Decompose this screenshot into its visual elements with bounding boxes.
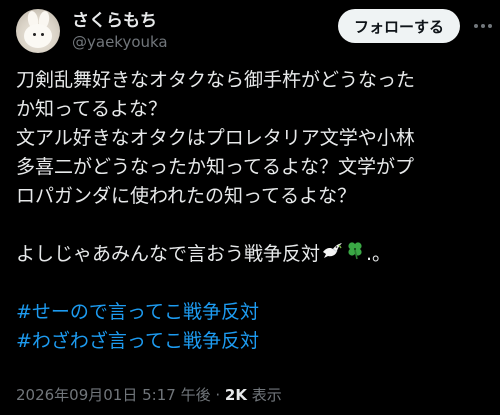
more-dot (474, 24, 478, 28)
more-dot (488, 24, 492, 28)
post-closing-line: よしじゃあみんなで言おう戦争反対 .。 (16, 240, 486, 269)
post-timestamp[interactable]: 2026年09月01日 5:17 午後 (16, 386, 211, 404)
avatar-face (24, 24, 52, 48)
views-label: 表示 (251, 386, 282, 404)
post-line: か知ってるよな？ (16, 98, 168, 120)
user-handle[interactable]: @yaekyouka (72, 32, 168, 52)
post-line: ロパガンダに使われたの知ってるよな？ (16, 185, 357, 207)
views-count: 2K (224, 386, 247, 404)
closing-text: よしじゃあみんなで言おう戦争反対 (16, 243, 321, 265)
user-names: さくらもち @yaekyouka (72, 10, 168, 52)
follow-button[interactable]: フォローする (337, 9, 460, 43)
closing-suffix: .。 (366, 243, 392, 265)
meta-separator: · (215, 386, 221, 404)
dove-icon (321, 240, 343, 269)
hashtag-link[interactable]: #わざわざ言ってこ戦争反対 (16, 327, 486, 356)
more-dot (481, 24, 485, 28)
post-line: 刀剣乱舞好きなオタクなら御手杵がどうなった (16, 69, 416, 91)
post-line: 多喜二がどうなったか知ってるよな？文学がプ (16, 156, 415, 178)
hashtag-link[interactable]: #せーので言ってこ戦争反対 (16, 298, 486, 327)
post-text: 刀剣乱舞好きなオタクなら御手杵がどうなった か知ってるよな？ 文アル好きなオタク… (16, 66, 486, 356)
avatar[interactable] (16, 9, 60, 53)
post: さくらもち @yaekyouka フォローする 刀剣乱舞好きなオタクなら御手杵が… (0, 0, 500, 415)
post-line: 文アル好きなオタクはプロレタリア文学や小林 (16, 127, 415, 149)
avatar-eye (33, 33, 36, 36)
four-leaf-clover-icon (345, 240, 365, 269)
more-options-icon[interactable] (466, 10, 500, 42)
avatar-eye (41, 33, 44, 36)
display-name[interactable]: さくらもち (72, 10, 168, 32)
post-meta: 2026年09月01日 5:17 午後 · 2K 表示 (16, 384, 282, 405)
